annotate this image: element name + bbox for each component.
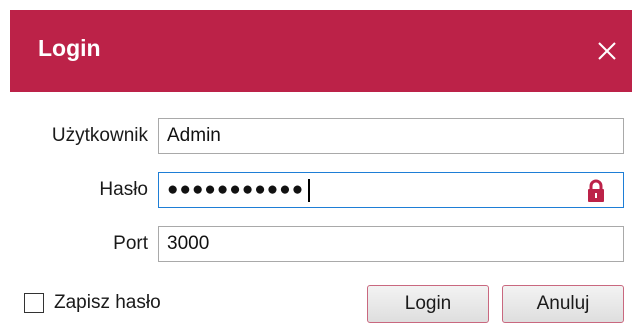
- port-field[interactable]: 3000: [158, 226, 624, 262]
- dialog-title: Login: [38, 35, 101, 61]
- close-icon: [598, 42, 616, 60]
- password-field[interactable]: ●●●●●●●●●●●: [158, 172, 624, 208]
- login-dialog: Login Użytkownik Admin Hasło ●●●●●●●●●●●…: [0, 0, 632, 335]
- login-button[interactable]: Login: [367, 285, 489, 323]
- password-value: ●●●●●●●●●●●: [167, 179, 305, 200]
- username-field[interactable]: Admin: [158, 118, 624, 154]
- remember-password-option[interactable]: Zapisz hasło: [24, 291, 161, 315]
- cancel-button[interactable]: Anuluj: [502, 285, 624, 323]
- lock-icon: [588, 179, 604, 202]
- title-bar: Login: [10, 10, 632, 92]
- username-label: Użytkownik: [51, 125, 148, 146]
- port-label: Port: [113, 233, 148, 254]
- password-label: Hasło: [99, 179, 148, 200]
- text-caret: [308, 179, 310, 202]
- remember-password-checkbox[interactable]: [24, 293, 44, 313]
- close-button[interactable]: [592, 36, 622, 66]
- remember-password-label: Zapisz hasło: [54, 292, 161, 313]
